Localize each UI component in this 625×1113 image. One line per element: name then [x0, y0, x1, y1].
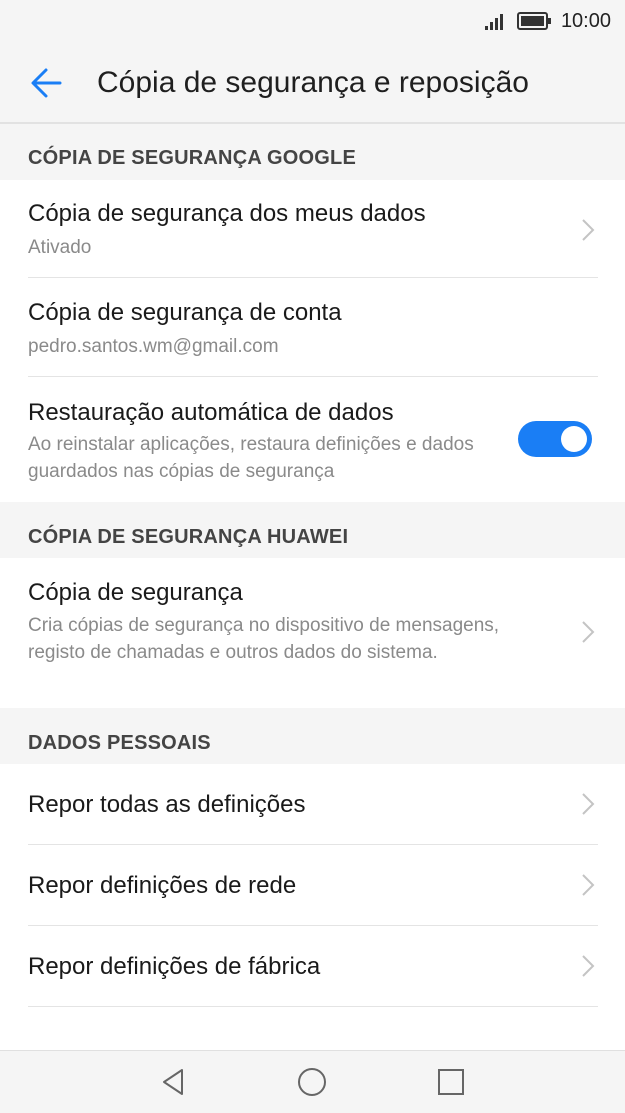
item-title: Cópia de segurança: [28, 579, 243, 606]
status-time: 10:00: [560, 9, 611, 32]
battery-icon: [516, 12, 551, 30]
chevron-right-icon: [582, 219, 595, 241]
item-subtitle: Ao reinstalar aplicações, restaura defin…: [28, 434, 474, 482]
home-circle-icon[interactable]: [295, 1065, 329, 1099]
reset-all-settings-item[interactable]: Repor todas as definições: [0, 764, 625, 845]
item-title: Restauração automática de dados: [28, 399, 394, 426]
recents-square-icon[interactable]: [434, 1065, 468, 1099]
section-header-huawei: CÓPIA DE SEGURANÇA HUAWEI: [0, 502, 625, 558]
back-triangle-icon[interactable]: [156, 1065, 190, 1099]
navigation-bar: [0, 1050, 625, 1113]
backup-account-item[interactable]: Cópia de segurança de conta pedro.santos…: [0, 278, 625, 376]
section-header-label: CÓPIA DE SEGURANÇA HUAWEI: [28, 526, 349, 548]
auto-restore-toggle[interactable]: [518, 421, 592, 457]
back-arrow-icon: [31, 68, 62, 98]
status-bar: 10:00: [0, 0, 625, 44]
item-title: Repor todas as definições: [28, 791, 306, 818]
auto-restore-item[interactable]: Restauração automática de dados Ao reins…: [0, 377, 625, 502]
section-header-google: CÓPIA DE SEGURANÇA GOOGLE: [0, 124, 625, 180]
chevron-right-icon: [582, 874, 595, 896]
section-header-label: CÓPIA DE SEGURANÇA GOOGLE: [28, 147, 356, 169]
chevron-right-icon: [582, 793, 595, 815]
toggle-knob: [561, 426, 587, 452]
item-title: Cópia de segurança de conta: [28, 299, 342, 326]
huawei-backup-card: Cópia de segurança Cria cópias de segura…: [0, 558, 625, 708]
google-backup-card: Cópia de segurança dos meus dados Ativad…: [0, 180, 625, 502]
section-header-personal: DADOS PESSOAIS: [0, 708, 625, 764]
chevron-right-icon: [582, 621, 595, 643]
status-icons: 10:00: [484, 9, 611, 32]
signal-icon: [484, 14, 503, 30]
item-subtitle: pedro.santos.wm@gmail.com: [28, 336, 279, 357]
divider: [28, 1006, 598, 1007]
page-title: Cópia de segurança e reposição: [97, 66, 529, 99]
back-button[interactable]: [22, 60, 72, 106]
item-title: Repor definições de rede: [28, 872, 297, 899]
item-title: Cópia de segurança dos meus dados: [28, 200, 426, 227]
backup-my-data-item[interactable]: Cópia de segurança dos meus dados Ativad…: [0, 180, 625, 278]
item-subtitle: Ativado: [28, 237, 92, 258]
reset-network-settings-item[interactable]: Repor definições de rede: [0, 845, 625, 926]
section-header-label: DADOS PESSOAIS: [28, 732, 211, 754]
personal-data-card: Repor todas as definições Repor definiçõ…: [0, 764, 625, 1050]
item-title: Repor definições de fábrica: [28, 953, 321, 980]
item-subtitle: Cria cópias de segurança no dispositivo …: [28, 615, 500, 663]
app-bar: Cópia de segurança e reposição: [0, 44, 625, 124]
chevron-right-icon: [582, 955, 595, 977]
huawei-backup-item[interactable]: Cópia de segurança Cria cópias de segura…: [0, 558, 625, 708]
factory-reset-item[interactable]: Repor definições de fábrica: [0, 926, 625, 1007]
